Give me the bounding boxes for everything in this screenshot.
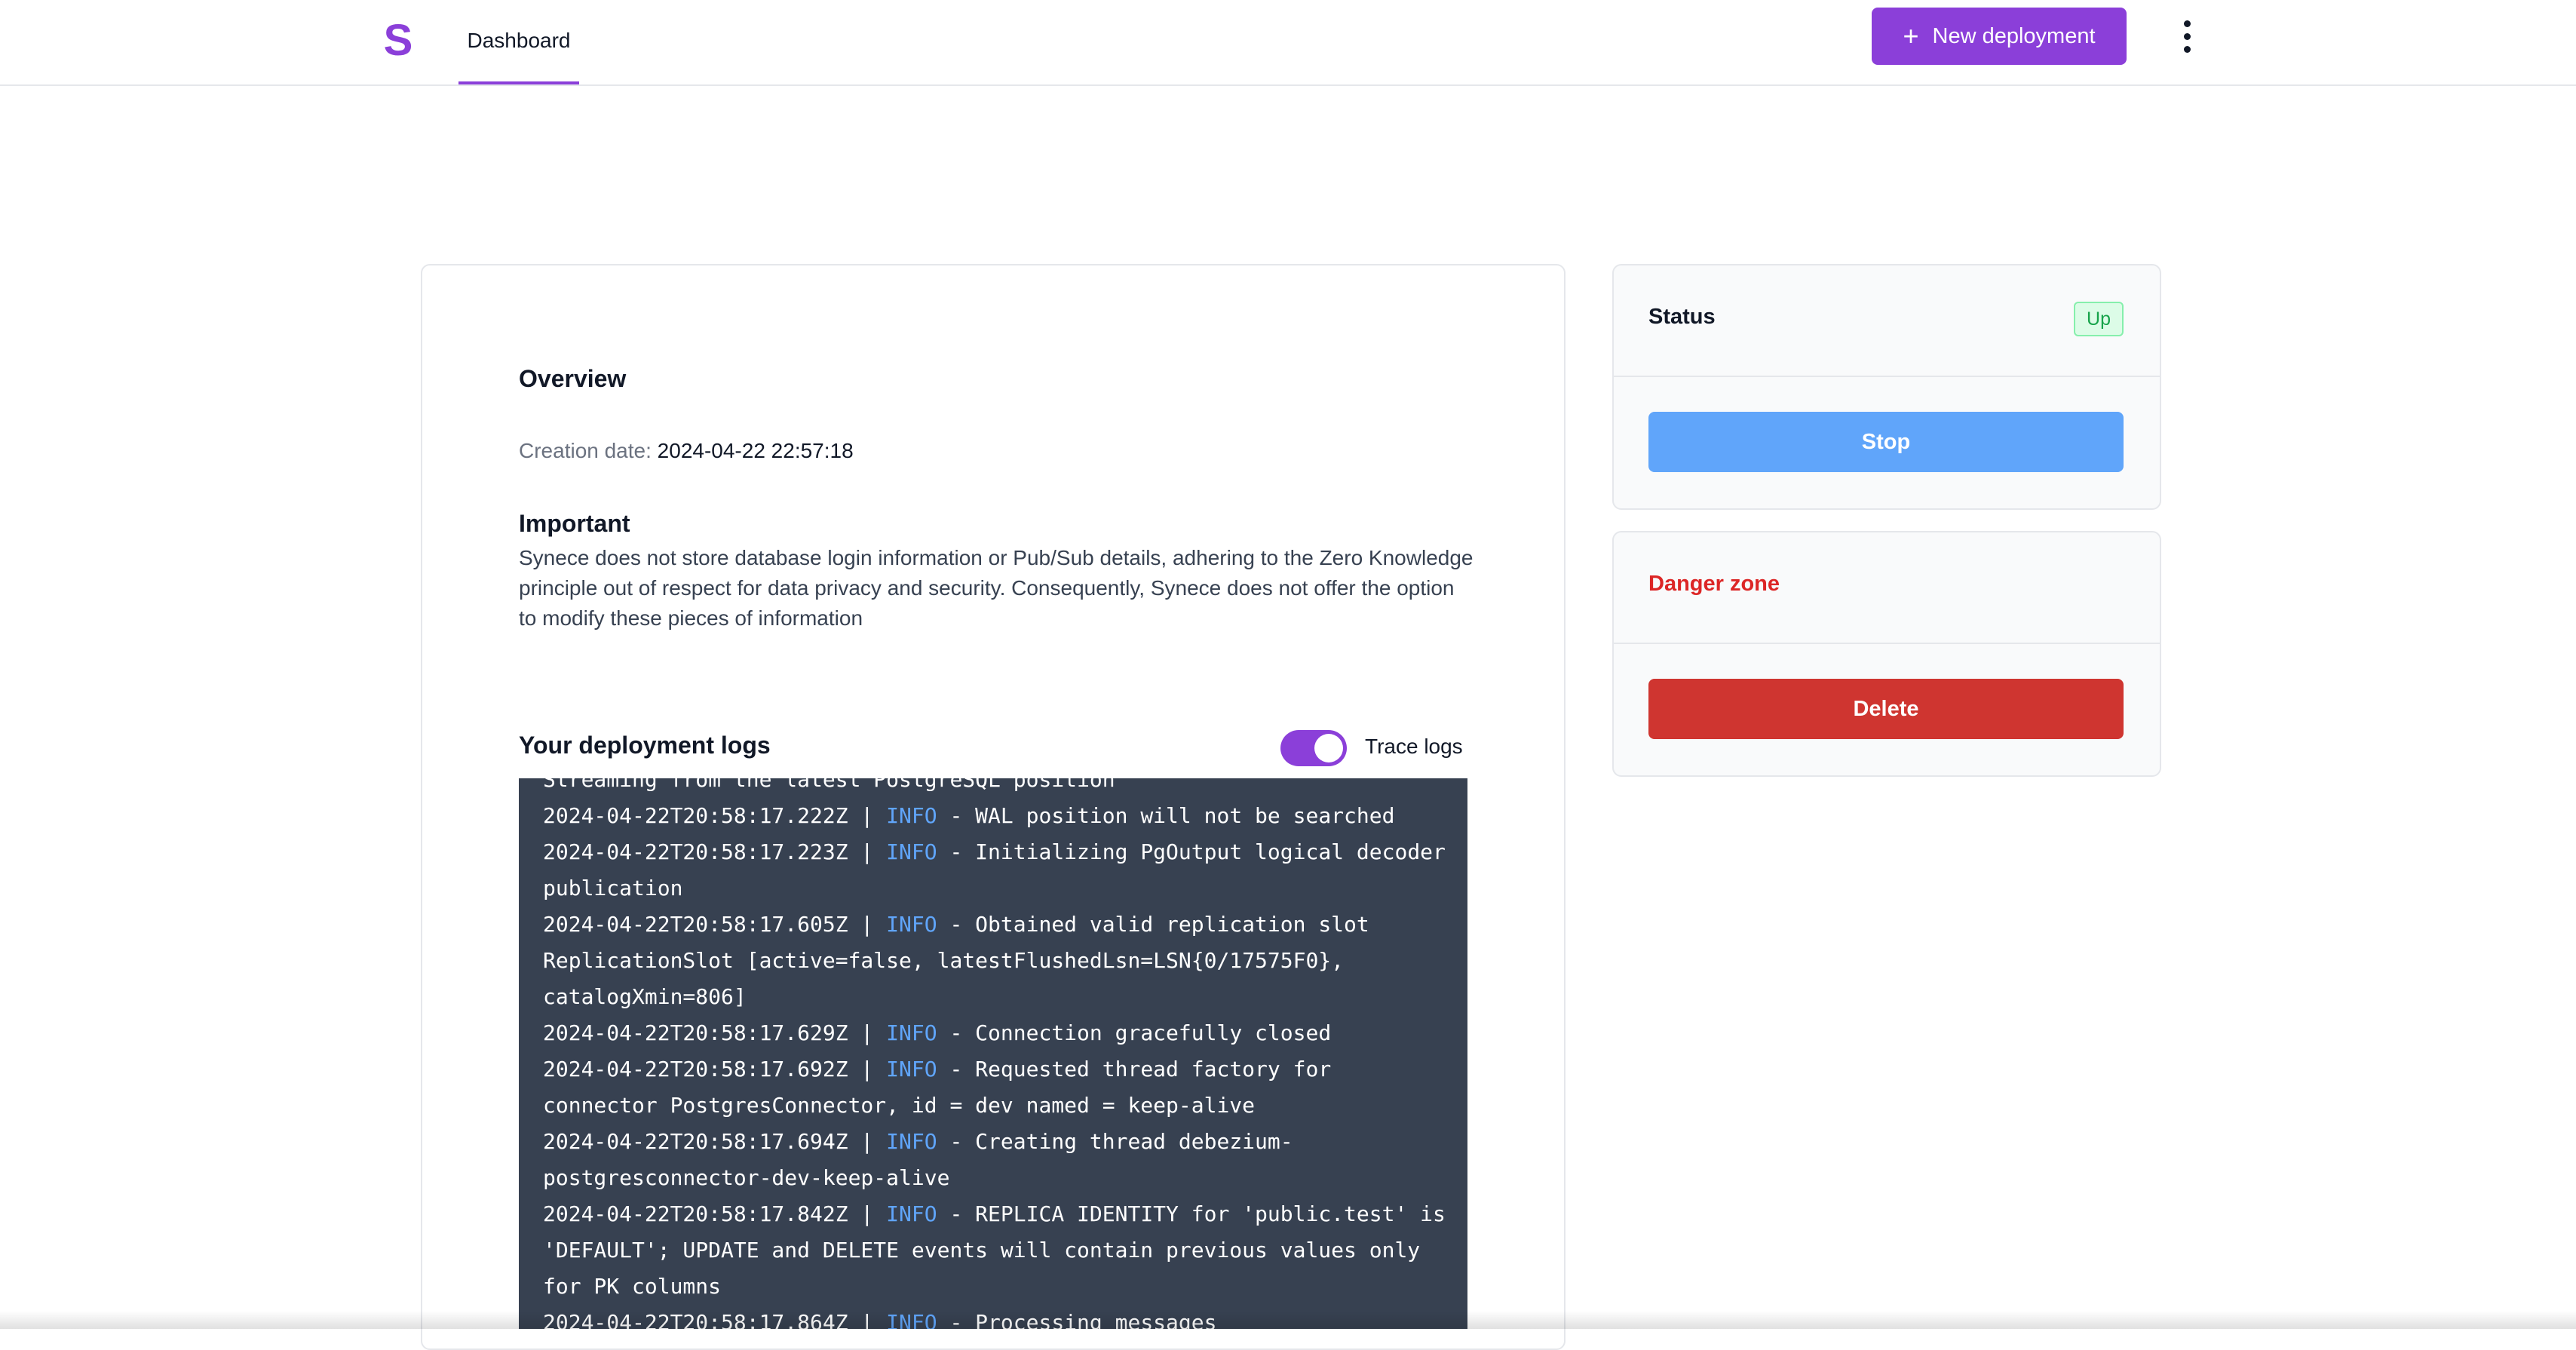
creation-date-value: 2024-04-22 22:57:18 [657, 439, 854, 462]
log-timestamp: 2024-04-22T20:58:17.842Z [543, 1201, 848, 1226]
creation-date: Creation date: 2024-04-22 22:57:18 [519, 439, 854, 463]
trace-logs-label: Trace logs [1365, 735, 1463, 758]
new-deployment-button[interactable]: + New deployment [1872, 8, 2127, 65]
trace-logs-toggle[interactable] [1280, 730, 1347, 766]
top-navigation: S Dashboard + New deployment [0, 0, 2576, 86]
synece-logo[interactable]: S [382, 11, 415, 71]
log-line-partial: Streaming from the latest PostgreSQL pos… [543, 778, 1115, 792]
important-title: Important [519, 510, 630, 537]
creation-date-label: Creation date: [519, 439, 652, 462]
divider [1614, 376, 2160, 377]
new-deployment-label: New deployment [1932, 23, 2096, 48]
danger-zone-title: Danger zone [1648, 572, 1780, 596]
log-message: WAL position will not be searched [975, 803, 1395, 828]
status-title: Status [1648, 305, 1716, 329]
stop-button[interactable]: Stop [1648, 412, 2124, 472]
danger-zone-card [1612, 531, 2161, 777]
bottom-shadow [0, 1311, 2576, 1329]
log-level: INFO [886, 1020, 937, 1045]
menu-dot [2183, 20, 2191, 27]
log-level: INFO [886, 1201, 937, 1226]
log-timestamp: 2024-04-22T20:58:17.605Z [543, 912, 848, 937]
logs-title: Your deployment logs [519, 732, 771, 759]
overview-title: Overview [519, 365, 627, 392]
deployment-logs[interactable]: Streaming from the latest PostgreSQL pos… [519, 778, 1467, 1329]
log-level: INFO [886, 1057, 937, 1082]
log-timestamp: 2024-04-22T20:58:17.629Z [543, 1020, 848, 1045]
menu-dot [2183, 32, 2191, 40]
log-level: INFO [886, 839, 937, 864]
divider [1614, 643, 2160, 644]
status-badge: Up [2074, 302, 2124, 336]
log-level: INFO [886, 912, 937, 937]
log-line: 2024-04-22T20:58:17.223Z | INFO - Initia… [543, 839, 1458, 901]
log-level: INFO [886, 1129, 937, 1154]
log-timestamp: 2024-04-22T20:58:17.692Z [543, 1057, 848, 1082]
toggle-knob [1314, 734, 1343, 762]
log-lines: Streaming from the latest PostgreSQL pos… [543, 778, 1452, 1329]
log-line: 2024-04-22T20:58:17.692Z | INFO - Reques… [543, 1057, 1345, 1118]
log-message: Connection gracefully closed [975, 1020, 1332, 1045]
log-line: 2024-04-22T20:58:17.222Z | INFO - WAL po… [543, 803, 1395, 828]
delete-button[interactable]: Delete [1648, 679, 2124, 739]
log-timestamp: 2024-04-22T20:58:17.223Z [543, 839, 848, 864]
log-line: 2024-04-22T20:58:17.605Z | INFO - Obtain… [543, 912, 1382, 1009]
status-card [1612, 264, 2161, 510]
important-text: Synece does not store database login inf… [519, 546, 1474, 630]
tab-dashboard[interactable]: Dashboard [458, 0, 579, 84]
log-line: 2024-04-22T20:58:17.629Z | INFO - Connec… [543, 1020, 1332, 1045]
log-line: 2024-04-22T20:58:17.842Z | INFO - REPLIC… [543, 1201, 1458, 1299]
log-line: 2024-04-22T20:58:17.694Z | INFO - Creati… [543, 1129, 1293, 1190]
log-timestamp: 2024-04-22T20:58:17.222Z [543, 803, 848, 828]
log-level: INFO [886, 803, 937, 828]
kebab-menu-icon[interactable] [2172, 12, 2202, 60]
plus-icon: + [1903, 20, 1919, 51]
menu-dot [2183, 45, 2191, 53]
log-timestamp: 2024-04-22T20:58:17.694Z [543, 1129, 848, 1154]
